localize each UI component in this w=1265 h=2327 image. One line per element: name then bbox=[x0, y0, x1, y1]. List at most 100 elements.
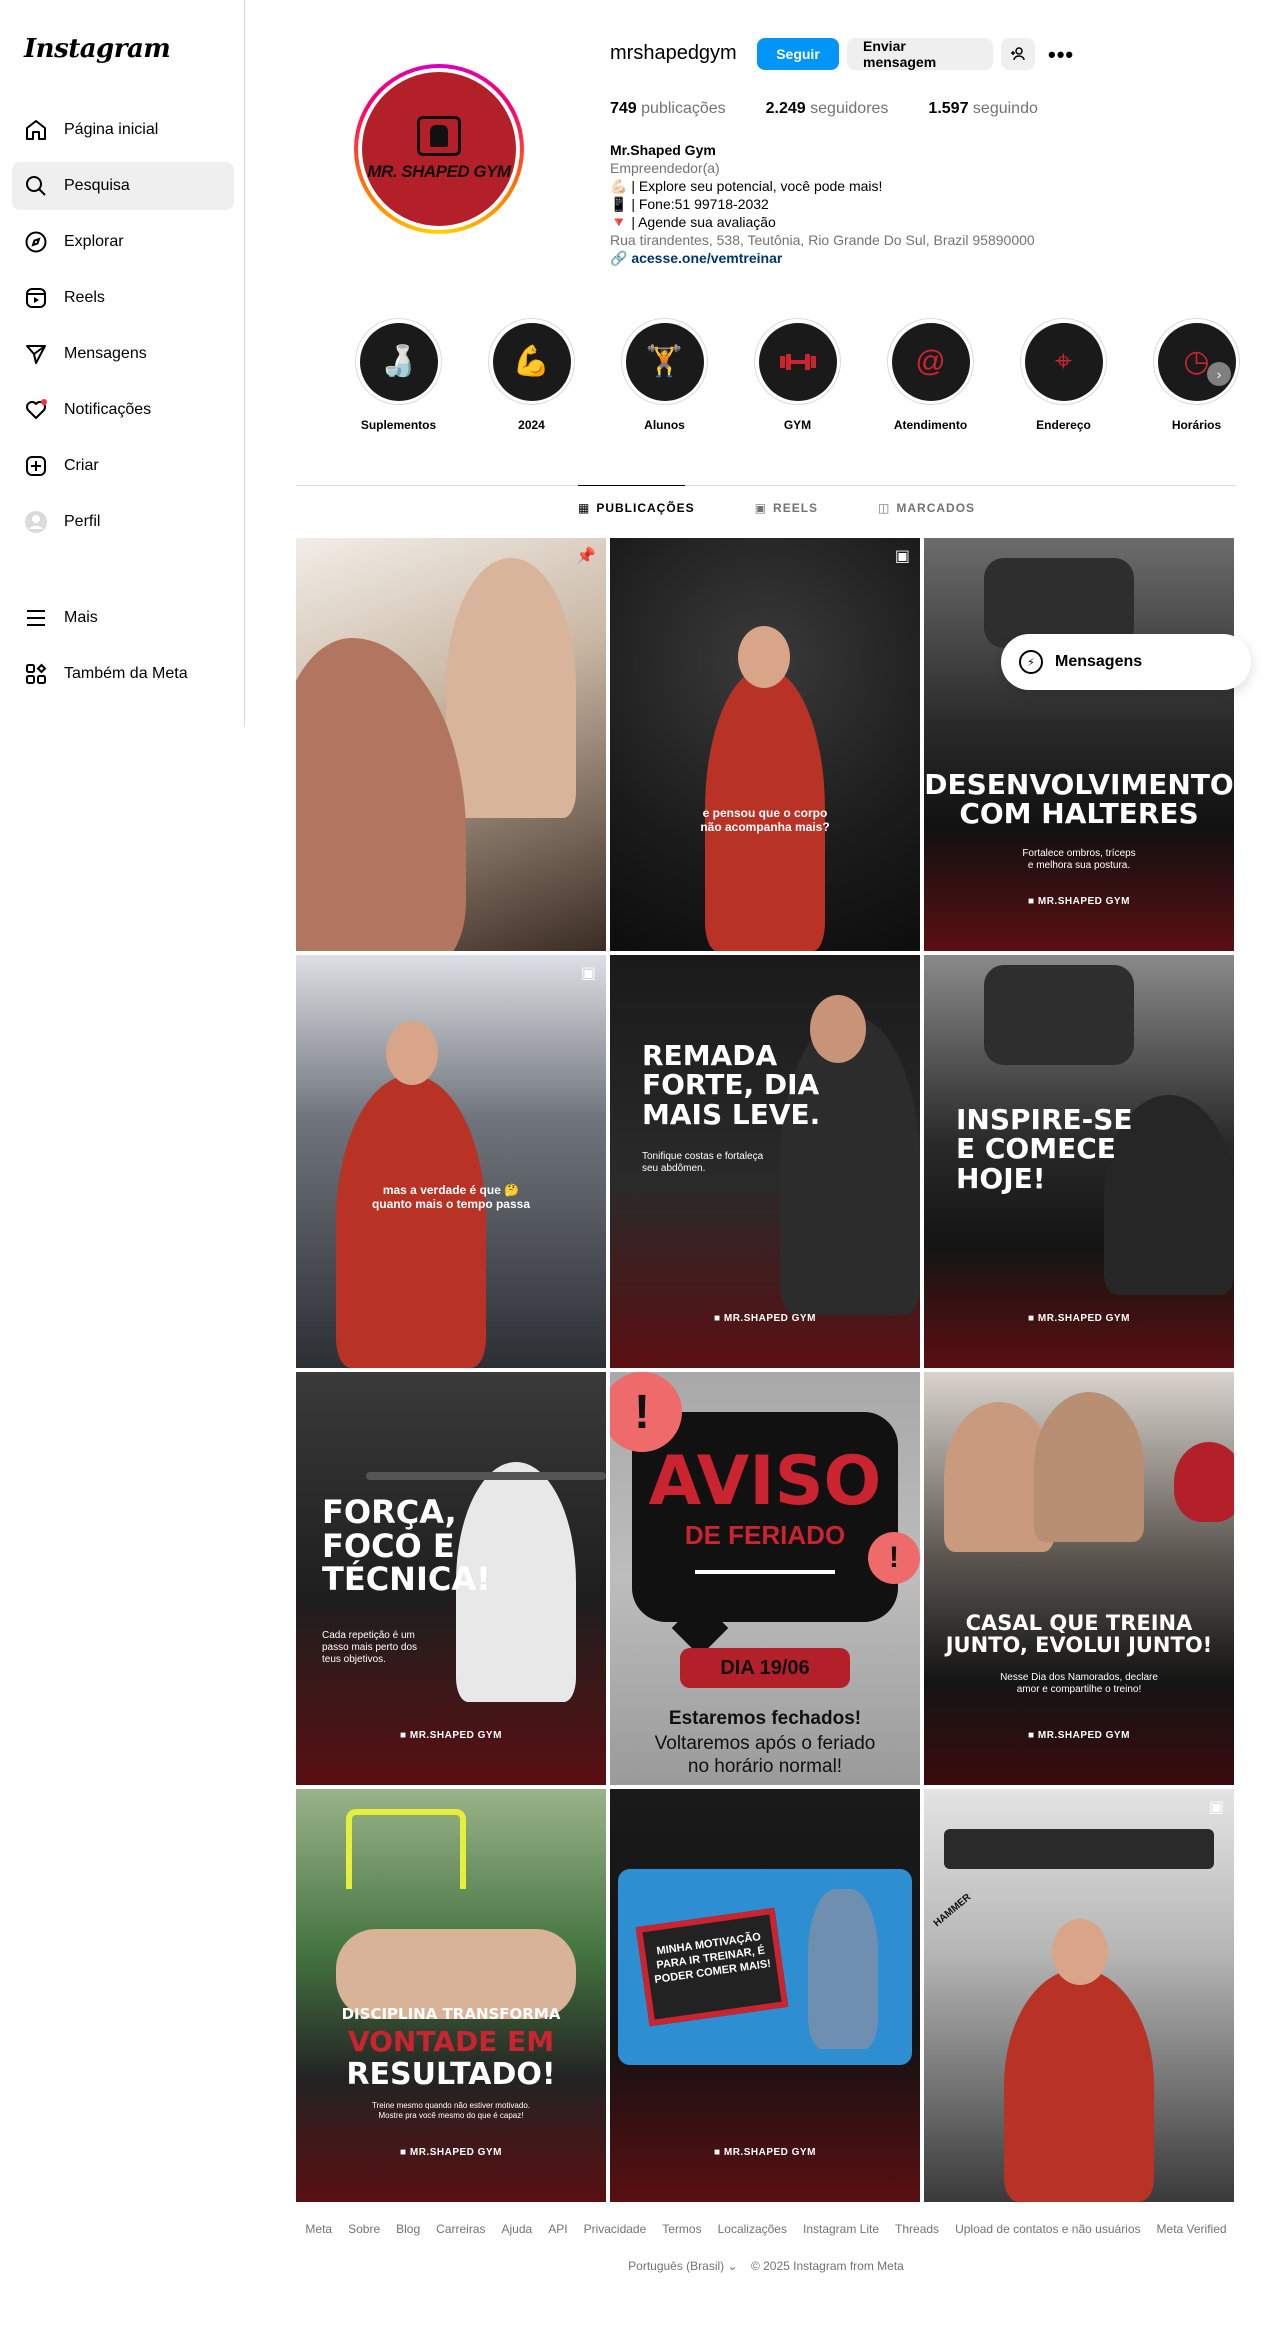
machine-label: HAMMER bbox=[931, 1891, 974, 1930]
posts-label: publicações bbox=[636, 100, 726, 117]
profile-link-text: acesse.one/vemtreinar bbox=[631, 250, 783, 266]
sidebar-item-reels[interactable]: Reels bbox=[12, 274, 234, 322]
holiday-date-badge: DIA 19/06 bbox=[680, 1648, 850, 1688]
posts-count: 749 bbox=[610, 100, 637, 117]
gym-logo-icon bbox=[417, 116, 461, 156]
highlight-horarios[interactable]: ◷ Horários bbox=[1130, 318, 1263, 432]
highlight-suplementos[interactable]: 🍶 Suplementos bbox=[332, 318, 465, 432]
highlight-alunos[interactable]: 🏋 Alunos bbox=[598, 318, 731, 432]
sidebar-item-notifications[interactable]: Notificações bbox=[12, 386, 234, 434]
post-tile[interactable]: mas a verdade é que 🤔 quanto mais o temp… bbox=[296, 955, 606, 1368]
tab-posts[interactable]: ▦ PUBLICAÇÕES bbox=[578, 501, 695, 515]
profile-picture[interactable]: MR. SHAPED GYM bbox=[354, 64, 524, 234]
reel-icon: ▣ bbox=[1208, 1799, 1224, 1816]
avatar-icon bbox=[25, 511, 47, 533]
post-tile[interactable]: 📌 bbox=[296, 538, 606, 951]
highlight-label: Suplementos bbox=[360, 418, 437, 432]
send-icon bbox=[26, 345, 46, 364]
sidebar-item-messages[interactable]: Mensagens bbox=[12, 330, 234, 378]
link-icon: 🔗 bbox=[610, 250, 632, 266]
footer-link[interactable]: Threads bbox=[895, 2222, 939, 2236]
footer-link[interactable]: Privacidade bbox=[584, 2222, 647, 2236]
post-tile[interactable]: AVISO DE FERIADO ! ! DIA 19/06 Estaremos… bbox=[610, 1372, 920, 1785]
highlight-2024[interactable]: 💪 2024 bbox=[465, 318, 598, 432]
post-tile[interactable]: e pensou que o corpo não acompanha mais?… bbox=[610, 538, 920, 951]
sidebar-item-also-from-meta[interactable]: Também da Meta bbox=[12, 650, 234, 698]
footer-link[interactable]: Meta Verified bbox=[1157, 2222, 1227, 2236]
post-title: AVISO bbox=[648, 1442, 882, 1521]
footer-link[interactable]: Instagram Lite bbox=[803, 2222, 879, 2236]
follow-button[interactable]: Seguir bbox=[757, 38, 839, 70]
posts-stat: 749 publicações bbox=[610, 100, 726, 118]
sidebar-item-profile[interactable]: Perfil bbox=[12, 498, 234, 546]
post-tile[interactable]: DESENVOLVIMENTO COM HALTERES Fortalece o… bbox=[924, 538, 1234, 951]
highlight-ring: ⌖ bbox=[1020, 318, 1107, 405]
highlight-label: GYM bbox=[783, 418, 812, 432]
sidebar-item-explore[interactable]: Explorar bbox=[12, 218, 234, 266]
highlight-ring: 💪 bbox=[488, 318, 575, 405]
highlight-label: Horários bbox=[1171, 418, 1222, 432]
post-subtitle: Cada repetição é um passo mais perto dos… bbox=[322, 1630, 418, 1665]
bio-line: 💪🏻 | Explore seu potencial, você pode ma… bbox=[610, 178, 883, 194]
followers-stat[interactable]: 2.249 seguidores bbox=[766, 100, 889, 118]
profile-category: Empreendedor(a) bbox=[610, 160, 720, 176]
footer-link[interactable]: Blog bbox=[396, 2222, 420, 2236]
footer-link[interactable]: Sobre bbox=[348, 2222, 380, 2236]
footer-link[interactable]: Ajuda bbox=[502, 2222, 533, 2236]
sidebar-item-label: Pesquisa bbox=[64, 177, 130, 194]
tab-label: PUBLICAÇÕES bbox=[596, 501, 695, 515]
heart-balloon-icon bbox=[1174, 1442, 1234, 1522]
copyright: © 2025 Instagram from Meta bbox=[750, 2259, 904, 2273]
messages-floating-button[interactable]: ⚡ Mensagens bbox=[1001, 634, 1251, 690]
post-tile[interactable]: REMADA FORTE, DIA MAIS LEVE. Tonifique c… bbox=[610, 955, 920, 1368]
sidebar-item-label: Mais bbox=[64, 609, 98, 626]
post-caption: mas a verdade é que 🤔 quanto mais o temp… bbox=[371, 1183, 531, 1211]
send-message-button[interactable]: Enviar mensagem bbox=[847, 38, 993, 70]
profile-logo: MR. SHAPED GYM bbox=[362, 72, 516, 226]
footer-link[interactable]: Carreiras bbox=[436, 2222, 485, 2236]
highlight-ring: ◷ bbox=[1153, 318, 1240, 405]
profile-address[interactable]: Rua tirandentes, 538, Teutônia, Rio Gran… bbox=[610, 231, 1035, 249]
sidebar-item-create[interactable]: Criar bbox=[12, 442, 234, 490]
tab-tagged[interactable]: ◫ MARCADOS bbox=[878, 501, 975, 515]
highlight-gym[interactable]: GYM bbox=[731, 318, 864, 432]
sidebar-item-home[interactable]: Página inicial bbox=[12, 106, 234, 154]
post-tile[interactable]: HAMMER ▣ bbox=[924, 1789, 1234, 2202]
profile-link[interactable]: 🔗 acesse.one/vemtreinar bbox=[610, 249, 1035, 267]
more-options-icon[interactable]: ••• bbox=[1048, 42, 1074, 68]
following-stat[interactable]: 1.597 seguindo bbox=[928, 100, 1037, 118]
highlight-endereco[interactable]: ⌖ Endereço bbox=[997, 318, 1130, 432]
instagram-logo[interactable]: Instagram bbox=[24, 34, 171, 64]
exclamation-icon: ! bbox=[868, 1532, 920, 1584]
clock-icon: ◷ bbox=[1157, 322, 1236, 401]
following-count: 1.597 bbox=[928, 100, 969, 117]
apps-icon bbox=[26, 663, 47, 684]
chevron-down-icon: ⌄ bbox=[727, 2259, 738, 2273]
footer-link[interactable]: Localizações bbox=[718, 2222, 787, 2236]
post-photo-barbell bbox=[366, 1472, 606, 1480]
post-tile[interactable]: MINHA MOTIVAÇÃO PARA IR TREINAR, É PODER… bbox=[610, 1789, 920, 2202]
post-tile[interactable]: DISCIPLINA TRANSFORMA VONTADE EM RESULTA… bbox=[296, 1789, 606, 2202]
post-brand: MR.SHAPED GYM bbox=[610, 2147, 920, 2158]
barbell-icon bbox=[758, 322, 837, 401]
post-tile[interactable]: FORÇA, FOCO E TÉCNICA! Cada repetição é … bbox=[296, 1372, 606, 1785]
messages-label: Mensagens bbox=[1055, 653, 1143, 670]
footer-link[interactable]: Termos bbox=[662, 2222, 701, 2236]
chevron-right-icon[interactable]: › bbox=[1207, 362, 1231, 386]
sidebar-item-more[interactable]: Mais bbox=[12, 594, 234, 642]
highlight-atendimento[interactable]: @ Atendimento bbox=[864, 318, 997, 432]
post-tile[interactable]: CASAL QUE TREINA JUNTO, EVOLUI JUNTO! Ne… bbox=[924, 1372, 1234, 1785]
tagged-icon: ◫ bbox=[878, 501, 891, 515]
language-select[interactable]: Português (Brasil) ⌄ bbox=[628, 2259, 737, 2273]
sidebar-item-search[interactable]: Pesquisa bbox=[12, 162, 234, 210]
post-tile[interactable]: INSPIRE-SE E COMECE HOJE! MR.SHAPED GYM bbox=[924, 955, 1234, 1368]
footer-link[interactable]: Upload de contatos e não usuários bbox=[955, 2222, 1140, 2236]
post-closed-text: Estaremos fechados! bbox=[668, 1708, 862, 1729]
footer-link[interactable]: API bbox=[548, 2222, 567, 2236]
post-brand: MR.SHAPED GYM bbox=[296, 2147, 606, 2158]
suggested-users-button[interactable] bbox=[1001, 38, 1035, 70]
footer-link[interactable]: Meta bbox=[305, 2222, 332, 2236]
sidebar-item-label: Reels bbox=[64, 289, 105, 306]
profile-stats: 749 publicações 2.249 seguidores 1.597 s… bbox=[610, 100, 1078, 118]
tab-reels[interactable]: ▣ REELS bbox=[755, 501, 818, 515]
